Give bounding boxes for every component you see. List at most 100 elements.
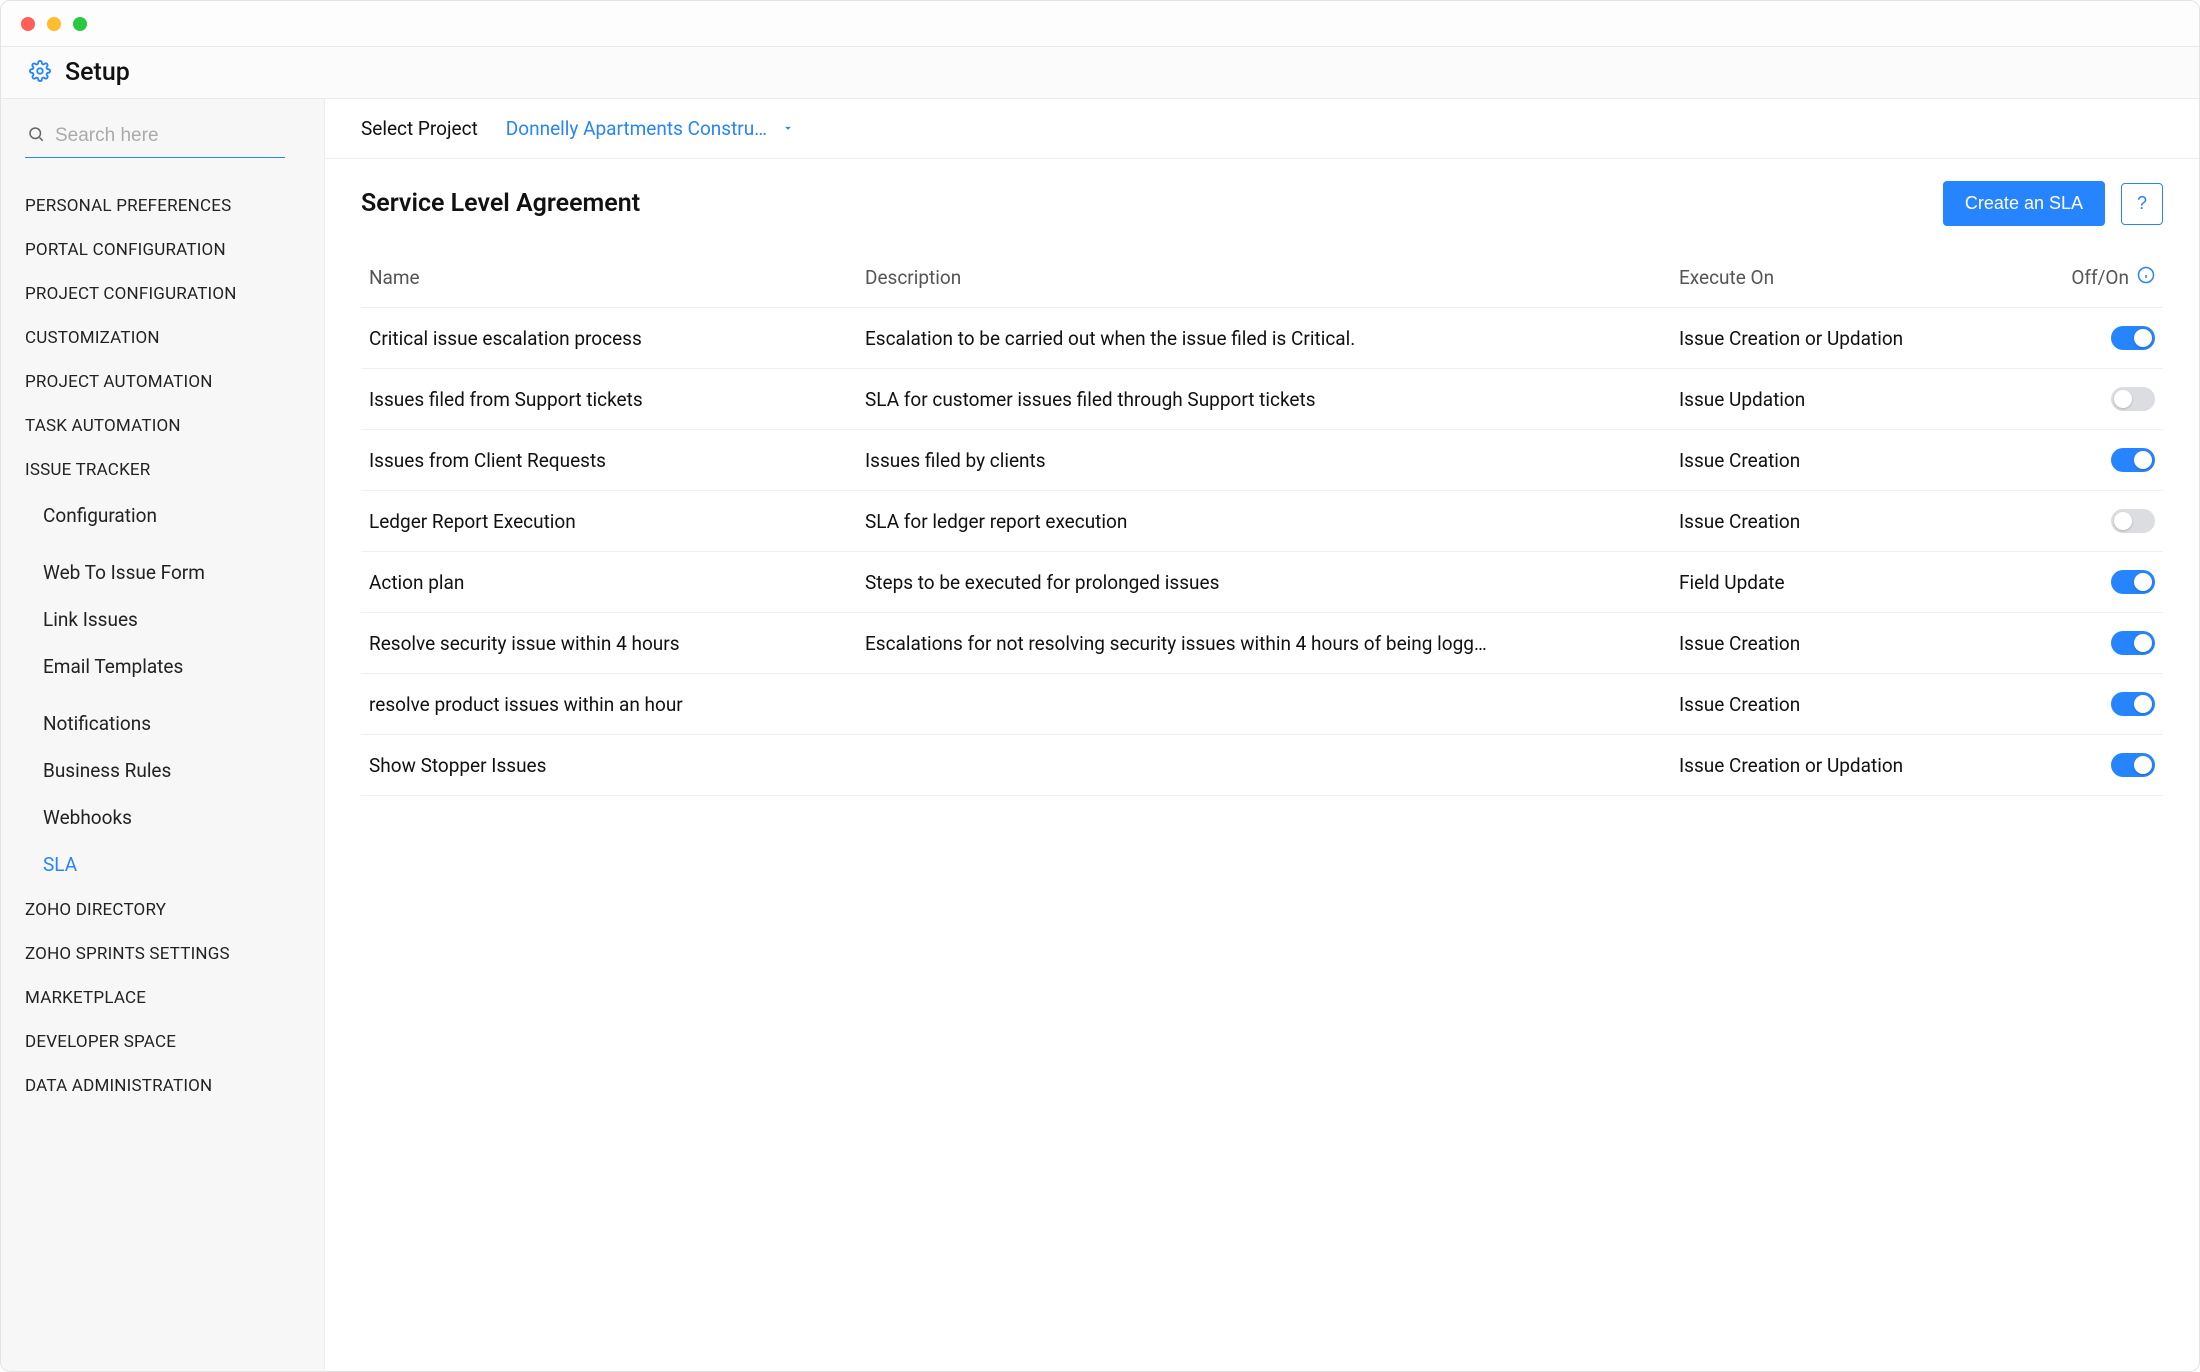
toggle-thumb [2114,390,2132,408]
project-bar: Select Project Donnelly Apartments Const… [325,99,2199,159]
close-window-button[interactable] [21,17,35,31]
table-row[interactable]: resolve product issues within an hour Iss… [361,674,2163,735]
help-button[interactable]: ? [2121,183,2163,225]
content: Service Level Agreement Create an SLA ? … [325,159,2199,1371]
column-header-execute-on: Execute On [1679,266,2019,289]
sidebar-section[interactable]: PROJECT CONFIGURATION [25,272,304,316]
toggle-switch[interactable] [2111,570,2155,594]
gear-icon [29,60,51,86]
table-header: Name Description Execute On Off/On [361,248,2163,308]
sidebar-item[interactable]: Web To Issue Form [43,549,304,596]
create-sla-button[interactable]: Create an SLA [1943,181,2105,226]
cell-name: Resolve security issue within 4 hours [369,632,849,655]
page-title: Setup [65,58,130,87]
cell-description: Steps to be executed for prolonged issue… [865,571,1663,594]
table-row[interactable]: Resolve security issue within 4 hours Esc… [361,613,2163,674]
sidebar-item[interactable]: Business Rules [43,747,304,794]
cell-description: Issues filed by clients [865,449,1663,472]
cell-description: SLA for ledger report execution [865,510,1663,533]
cell-toggle [2035,387,2155,411]
content-title: Service Level Agreement [361,189,640,218]
cell-name: Critical issue escalation process [369,327,849,350]
sidebar-section[interactable]: ISSUE TRACKER [25,448,304,492]
cell-execute-on: Issue Creation [1679,449,2019,472]
toggle-switch[interactable] [2111,509,2155,533]
column-header-off-on: Off/On [2035,266,2155,289]
sidebar-gap [43,539,304,549]
sidebar-item[interactable]: Email Templates [43,643,304,690]
cell-toggle [2035,326,2155,350]
cell-execute-on: Issue Creation or Updation [1679,327,2019,350]
cell-description: Escalations for not resolving security i… [865,632,1663,655]
toggle-switch[interactable] [2111,753,2155,777]
table-row[interactable]: Issues from Client Requests Issues filed … [361,430,2163,491]
table-row[interactable]: Issues filed from Support ticketsSLA for… [361,369,2163,430]
app-header: Setup [1,47,2199,99]
toggle-switch[interactable] [2111,326,2155,350]
table-row[interactable]: Show Stopper Issues Issue Creation or Upd… [361,735,2163,796]
sidebar-section[interactable]: CUSTOMIZATION [25,316,304,360]
sidebar-item[interactable]: Link Issues [43,596,304,643]
cell-toggle [2035,509,2155,533]
cell-name: Ledger Report Execution [369,510,849,533]
table-row[interactable]: Critical issue escalation processEscalat… [361,308,2163,369]
content-actions: Create an SLA ? [1943,181,2163,226]
project-bar-label: Select Project [361,117,478,140]
cell-name: Issues from Client Requests [369,449,849,472]
sidebar-section[interactable]: DATA ADMINISTRATION [25,1064,304,1108]
column-header-name: Name [369,266,849,289]
sidebar-section[interactable]: PORTAL CONFIGURATION [25,228,304,272]
toggle-thumb [2134,634,2152,652]
sidebar-item[interactable]: Notifications [43,700,304,747]
cell-toggle [2035,448,2155,472]
sidebar-nav: PERSONAL PREFERENCESPORTAL CONFIGURATION… [25,184,304,1108]
search-input[interactable] [55,125,283,147]
toggle-thumb [2134,329,2152,347]
cell-toggle [2035,692,2155,716]
cell-execute-on: Issue Creation [1679,632,2019,655]
app-body: PERSONAL PREFERENCESPORTAL CONFIGURATION… [1,99,2199,1371]
cell-name: Show Stopper Issues [369,754,849,777]
toggle-switch[interactable] [2111,631,2155,655]
info-icon[interactable] [2137,266,2155,289]
cell-execute-on: Issue Creation [1679,693,2019,716]
cell-execute-on: Field Update [1679,571,2019,594]
sidebar-item[interactable]: Configuration [43,492,304,539]
sidebar-subitems: Configuration Web To Issue FormLink Issue… [25,492,304,888]
toggle-thumb [2134,756,2152,774]
sidebar-section[interactable]: MARKETPLACE [25,976,304,1020]
table-row[interactable]: Action planSteps to be executed for prol… [361,552,2163,613]
toggle-switch[interactable] [2111,692,2155,716]
search-field[interactable] [25,119,285,158]
cell-execute-on: Issue Creation [1679,510,2019,533]
toggle-thumb [2134,573,2152,591]
sidebar-section[interactable]: TASK AUTOMATION [25,404,304,448]
sidebar-section[interactable]: ZOHO SPRINTS SETTINGS [25,932,304,976]
toggle-thumb [2114,512,2132,530]
chevron-down-icon [781,117,795,140]
project-selector-value: Donnelly Apartments Constru… [506,117,767,140]
toggle-switch[interactable] [2111,448,2155,472]
cell-description: SLA for customer issues filed through Su… [865,388,1663,411]
sidebar-section[interactable]: PROJECT AUTOMATION [25,360,304,404]
cell-toggle [2035,570,2155,594]
sidebar-item[interactable]: Webhooks [43,794,304,841]
column-header-off-on-label: Off/On [2071,266,2129,289]
maximize-window-button[interactable] [73,17,87,31]
sidebar-item[interactable]: SLA [43,841,304,888]
sidebar-section[interactable]: DEVELOPER SPACE [25,1020,304,1064]
toggle-switch[interactable] [2111,387,2155,411]
minimize-window-button[interactable] [47,17,61,31]
cell-name: resolve product issues within an hour [369,693,849,716]
cell-toggle [2035,753,2155,777]
app-window: Setup PERSONAL PREFERENCESPORTAL CONFIGU… [0,0,2200,1372]
sidebar-gap [43,690,304,700]
cell-execute-on: Issue Creation or Updation [1679,754,2019,777]
sidebar-section[interactable]: ZOHO DIRECTORY [25,888,304,932]
sidebar: PERSONAL PREFERENCESPORTAL CONFIGURATION… [1,99,325,1371]
sidebar-section[interactable]: PERSONAL PREFERENCES [25,184,304,228]
table-row[interactable]: Ledger Report Execution SLA for ledger re… [361,491,2163,552]
main: Select Project Donnelly Apartments Const… [325,99,2199,1371]
search-icon [27,125,45,147]
project-selector[interactable]: Donnelly Apartments Constru… [506,117,795,140]
